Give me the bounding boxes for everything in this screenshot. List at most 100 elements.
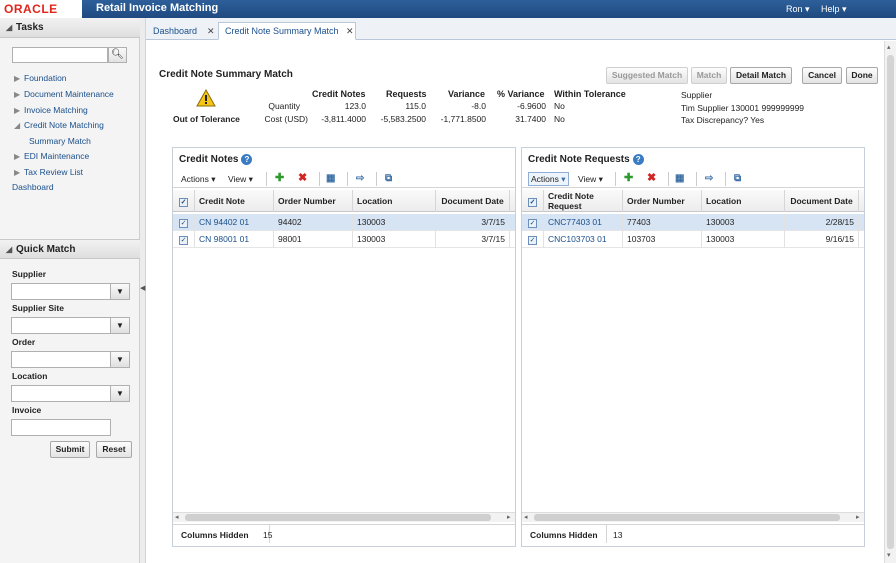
horizontal-scrollbar[interactable]: ◂ ▸ [173, 512, 515, 522]
supplier-dropdown-button[interactable]: ▼ [110, 283, 130, 300]
row-checkbox[interactable]: ✓ [522, 231, 544, 248]
table-row[interactable]: ✓ CNC77403 01 77403 130003 2/28/15 [522, 214, 864, 231]
user-menu[interactable]: Ron ▾ [786, 4, 810, 15]
select-all-checkbox[interactable]: ✓ [173, 190, 195, 212]
supplier-site-select[interactable] [11, 317, 111, 334]
reset-button[interactable]: Reset [96, 441, 132, 458]
task-invoice-matching[interactable]: ▶ Invoice Matching [14, 105, 88, 115]
location-cell: 130003 [353, 231, 436, 248]
scroll-right-icon[interactable]: ▸ [856, 513, 860, 521]
col-order-number[interactable]: Order Number [274, 190, 353, 212]
add-icon[interactable]: ✚ [624, 172, 633, 185]
scrollbar-thumb[interactable] [185, 514, 491, 521]
done-button[interactable]: Done [846, 67, 878, 84]
tab-strip: Dashboard ✕ Credit Note Summary Match ✕ [146, 18, 896, 40]
view-menu[interactable]: View ▾ [578, 174, 603, 185]
supplier-select[interactable] [11, 283, 111, 300]
col-document-date[interactable]: Document Date [785, 190, 859, 212]
task-dashboard[interactable]: Dashboard [12, 182, 54, 192]
row-checkbox[interactable]: ✓ [522, 214, 544, 231]
help-menu[interactable]: Help ▾ [821, 4, 847, 15]
scroll-down-icon[interactable]: ▾ [887, 551, 891, 559]
close-icon[interactable]: ✕ [207, 23, 215, 39]
actions-menu[interactable]: Actions ▾ [528, 172, 569, 186]
task-foundation[interactable]: ▶ Foundation [14, 73, 67, 83]
vertical-scrollbar[interactable]: ▴ ▾ [884, 41, 896, 563]
table-row[interactable]: ✓ CNC103703 01 103703 130003 9/16/15 [522, 231, 864, 248]
credit-note-link[interactable]: CN 94402 01 [195, 214, 274, 231]
document-date-cell: 2/28/15 [785, 214, 859, 231]
expand-triangle-icon: ▶ [14, 74, 21, 83]
actions-menu[interactable]: Actions ▾ [181, 174, 216, 185]
scrollbar-thumb[interactable] [887, 55, 894, 549]
supplier-site-dropdown-button[interactable]: ▼ [110, 317, 130, 334]
quick-match-header[interactable]: ◢ Quick Match [0, 239, 140, 259]
task-edi-maintenance[interactable]: ▶ EDI Maintenance [14, 151, 89, 161]
credit-note-request-link[interactable]: CNC77403 01 [544, 214, 623, 231]
select-all-checkbox[interactable]: ✓ [522, 190, 544, 212]
tasks-header[interactable]: ◢ Tasks [0, 18, 140, 38]
scroll-right-icon[interactable]: ▸ [507, 513, 511, 521]
delete-icon[interactable]: ✖ [647, 172, 656, 185]
order-select[interactable] [11, 351, 111, 368]
credit-notes-title: Credit Notes? [179, 154, 253, 165]
row-checkbox[interactable]: ✓ [173, 231, 195, 248]
collapse-left-icon[interactable]: ◀ [140, 284, 145, 292]
col-document-date[interactable]: Document Date [436, 190, 510, 212]
help-icon[interactable]: ? [632, 154, 644, 165]
invoice-input[interactable] [11, 419, 111, 436]
task-document-maintenance[interactable]: ▶ Document Maintenance [14, 89, 114, 99]
toolbar-separator [615, 172, 616, 186]
summary-cell: -1,771.8500 [440, 114, 486, 124]
help-icon[interactable]: ? [241, 154, 253, 165]
detach-icon[interactable]: ⧉ [385, 172, 392, 185]
task-summary-match[interactable]: Summary Match [29, 136, 91, 146]
add-icon[interactable]: ✚ [275, 172, 284, 185]
delete-icon[interactable]: ✖ [298, 172, 307, 185]
scrollbar-thumb[interactable] [534, 514, 840, 521]
collapse-triangle-icon: ◢ [14, 121, 21, 130]
col-location[interactable]: Location [353, 190, 436, 212]
col-order-number[interactable]: Order Number [623, 190, 702, 212]
col-location[interactable]: Location [702, 190, 785, 212]
search-button[interactable]: 🔍︎ [108, 47, 127, 63]
summary-row-label: Cost (USD) [264, 114, 308, 124]
order-dropdown-button[interactable]: ▼ [110, 351, 130, 368]
task-search-input[interactable] [12, 47, 108, 63]
scroll-left-icon[interactable]: ◂ [524, 513, 528, 521]
col-credit-note[interactable]: Credit Note [195, 190, 274, 212]
task-tax-review-list[interactable]: ▶ Tax Review List [14, 167, 83, 177]
location-dropdown-button[interactable]: ▼ [110, 385, 130, 402]
warning-icon [196, 89, 216, 107]
columns-icon[interactable]: ▦ [675, 172, 684, 185]
location-select[interactable] [11, 385, 111, 402]
columns-hidden-label: Columns Hidden [181, 530, 249, 540]
credit-note-request-link[interactable]: CNC103703 01 [544, 231, 623, 248]
scroll-left-icon[interactable]: ◂ [175, 513, 179, 521]
view-menu[interactable]: View ▾ [228, 174, 253, 185]
horizontal-scrollbar[interactable]: ◂ ▸ [522, 512, 864, 522]
table-row[interactable]: ✓ CN 98001 01 98001 130003 3/7/15 [173, 231, 515, 248]
export-icon[interactable]: ⇨ [356, 172, 364, 185]
scroll-up-icon[interactable]: ▴ [887, 43, 891, 51]
cancel-button[interactable]: Cancel [802, 67, 842, 84]
checkbox-checked-icon: ✓ [528, 219, 537, 228]
columns-icon[interactable]: ▦ [326, 172, 335, 185]
chevron-down-icon: ▾ [561, 174, 566, 184]
tab-credit-note-summary-match[interactable]: Credit Note Summary Match ✕ [218, 22, 356, 40]
suggested-match-button[interactable]: Suggested Match [606, 67, 688, 84]
detail-match-button[interactable]: Detail Match [730, 67, 792, 84]
row-checkbox[interactable]: ✓ [173, 214, 195, 231]
tab-dashboard[interactable]: Dashboard ✕ [146, 22, 218, 40]
detach-icon[interactable]: ⧉ [734, 172, 741, 185]
summary-cell: -8.0 [471, 101, 486, 111]
task-credit-note-matching[interactable]: ◢ Credit Note Matching [14, 120, 104, 130]
match-button[interactable]: Match [691, 67, 727, 84]
submit-button[interactable]: Submit [50, 441, 90, 458]
close-icon[interactable]: ✕ [346, 23, 354, 39]
table-row[interactable]: ✓ CN 94402 01 94402 130003 3/7/15 [173, 214, 515, 231]
credit-note-link[interactable]: CN 98001 01 [195, 231, 274, 248]
export-icon[interactable]: ⇨ [705, 172, 713, 185]
order-number-cell: 94402 [274, 214, 353, 231]
col-credit-note-request[interactable]: Credit Note Request [544, 190, 623, 212]
